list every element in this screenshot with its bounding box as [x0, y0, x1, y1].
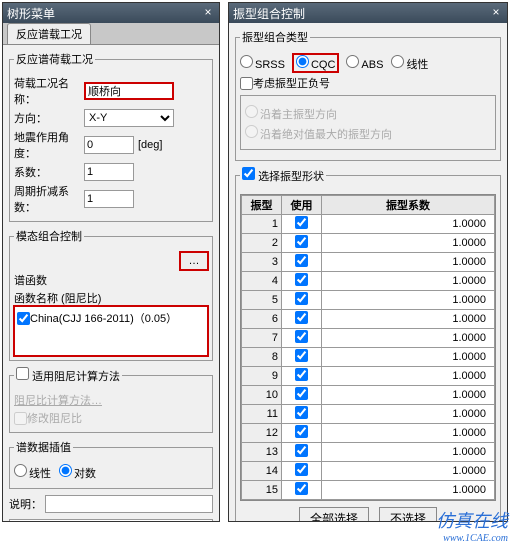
- spectrum-function-item[interactable]: China(CJJ 166-2011)（0.05）: [17, 310, 205, 326]
- spec-func-label: 谱函数: [14, 272, 208, 288]
- mode-use-checkbox[interactable]: [295, 216, 308, 229]
- table-row[interactable]: 81.0000: [242, 348, 495, 367]
- spectrum-function-item-label: China(CJJ 166-2011)（0.05）: [30, 310, 177, 326]
- right-body: 振型组合类型 SRSS CQC ABS 线性 考虑振型正负号 沿着主振型方向 沿…: [229, 23, 507, 521]
- factor-label: 系数：: [14, 164, 84, 180]
- damping-method-link[interactable]: 阻尼比计算方法…: [14, 392, 102, 408]
- table-row[interactable]: 141.0000: [242, 462, 495, 481]
- mode-combination-panel: 振型组合控制 × 振型组合类型 SRSS CQC ABS 线性 考虑振型正负号 …: [228, 2, 508, 522]
- table-row[interactable]: 101.0000: [242, 386, 495, 405]
- factor-input[interactable]: [84, 163, 134, 181]
- sign-subgroup: 沿着主振型方向 沿着绝对值最大的振型方向: [240, 95, 496, 150]
- mode-use-checkbox[interactable]: [295, 235, 308, 248]
- group-spec-interp: 谱数据插值 线性 对数: [9, 439, 213, 489]
- table-row[interactable]: 41.0000: [242, 272, 495, 291]
- group-modal-legend: 模态组合控制: [14, 228, 84, 244]
- damping-enable-checkbox[interactable]: [16, 367, 29, 380]
- period-label: 周期折减系数：: [14, 183, 84, 215]
- close-icon[interactable]: ×: [201, 6, 215, 20]
- name-label: 荷载工况名称：: [14, 75, 84, 107]
- group-loadcase-legend: 反应谱荷载工况: [14, 51, 95, 67]
- mode-header-id: 振型: [242, 196, 282, 215]
- opt-cqc[interactable]: CQC: [293, 54, 338, 72]
- opt-abs[interactable]: ABS: [346, 55, 383, 71]
- left-tabstrip: 反应谱载工况: [3, 23, 219, 45]
- angle-input[interactable]: [84, 136, 134, 154]
- right-titlebar: 振型组合控制 ×: [229, 3, 507, 23]
- table-row[interactable]: 131.0000: [242, 443, 495, 462]
- period-input[interactable]: [84, 190, 134, 208]
- right-title: 振型组合控制: [233, 5, 305, 22]
- modal-more-button[interactable]: …: [180, 252, 208, 270]
- mode-table: 振型 使用 振型系数 11.000021.000031.000041.00005…: [241, 195, 495, 500]
- mode-use-checkbox[interactable]: [295, 463, 308, 476]
- mode-use-checkbox[interactable]: [295, 482, 308, 495]
- angle-unit: [deg]: [138, 139, 162, 151]
- table-row[interactable]: 51.0000: [242, 291, 495, 310]
- select-modes-checkbox[interactable]: [242, 167, 255, 180]
- direction-select[interactable]: X-Y: [84, 109, 174, 127]
- mode-use-checkbox[interactable]: [295, 368, 308, 381]
- consider-sign-label: 考虑振型正负号: [253, 75, 330, 91]
- table-row[interactable]: 121.0000: [242, 424, 495, 443]
- opt-linear[interactable]: 线性: [391, 55, 428, 72]
- table-row[interactable]: 31.0000: [242, 253, 495, 272]
- opt-srss[interactable]: SRSS: [240, 55, 285, 71]
- modify-damping-label: 修改阻尼比: [27, 410, 82, 426]
- mode-table-wrap[interactable]: 振型 使用 振型系数 11.000021.000031.000041.00005…: [240, 194, 496, 501]
- group-damping: 适用阻尼计算方法 阻尼比计算方法… 修改阻尼比: [9, 367, 213, 433]
- mode-header-use: 使用: [282, 196, 322, 215]
- left-title: 树形菜单: [7, 5, 55, 22]
- interp-linear-option[interactable]: 线性: [14, 464, 51, 481]
- mode-use-checkbox[interactable]: [295, 254, 308, 267]
- group-spec-legend: 谱数据插值: [14, 439, 73, 455]
- mode-use-checkbox[interactable]: [295, 292, 308, 305]
- watermark: 仿真在线 www.1CAE.com: [436, 507, 508, 544]
- table-row[interactable]: 151.0000: [242, 481, 495, 500]
- tree-menu-panel: 树形菜单 × 反应谱载工况 反应谱荷载工况 荷载工况名称： 方向： X-Y 地震…: [2, 2, 220, 522]
- group-modal-control: 模态组合控制 … 谱函数 函数名称 (阻尼比) China(CJJ 166-20…: [9, 228, 213, 361]
- table-row[interactable]: 91.0000: [242, 367, 495, 386]
- spectrum-function-list[interactable]: China(CJJ 166-2011)（0.05）: [14, 306, 208, 356]
- group-select-modes: 选择振型形状 振型 使用 振型系数 11.000021.000031.00004…: [235, 167, 501, 521]
- loadcase-table: 荷载工况 方向 系数 顺桥向X-Y1横桥向X-Y1: [9, 519, 213, 521]
- mode-use-checkbox[interactable]: [295, 330, 308, 343]
- mode-use-checkbox[interactable]: [295, 311, 308, 324]
- close-icon[interactable]: ×: [489, 6, 503, 20]
- loadcase-name-input[interactable]: [84, 82, 174, 100]
- left-body: 反应谱荷载工况 荷载工况名称： 方向： X-Y 地震作用角度： [deg] 系数…: [3, 45, 219, 521]
- modify-damping-checkbox: [14, 412, 27, 425]
- opt-along-main: 沿着主振型方向: [245, 105, 337, 122]
- opt-along-absmax: 沿着绝对值最大的振型方向: [245, 125, 392, 142]
- mode-header-coef: 振型系数: [322, 196, 495, 215]
- desc-label: 说明：: [9, 496, 45, 512]
- table-row[interactable]: 21.0000: [242, 234, 495, 253]
- angle-label: 地震作用角度：: [14, 129, 84, 161]
- deselect-all-button[interactable]: 不选择: [379, 507, 437, 521]
- table-row[interactable]: 61.0000: [242, 310, 495, 329]
- dir-label: 方向：: [14, 110, 84, 126]
- group-damping-legend: 适用阻尼计算方法: [14, 367, 122, 384]
- table-row[interactable]: 11.0000: [242, 215, 495, 234]
- consider-sign-checkbox[interactable]: [240, 77, 253, 90]
- mode-use-checkbox[interactable]: [295, 444, 308, 457]
- table-row[interactable]: 71.0000: [242, 329, 495, 348]
- spectrum-function-checkbox[interactable]: [17, 312, 30, 325]
- mode-use-checkbox[interactable]: [295, 273, 308, 286]
- mode-use-checkbox[interactable]: [295, 406, 308, 419]
- group-type-legend: 振型组合类型: [240, 29, 310, 45]
- group-select-legend: 选择振型形状: [240, 167, 326, 184]
- mode-use-checkbox[interactable]: [295, 425, 308, 438]
- group-combination-type: 振型组合类型 SRSS CQC ABS 线性 考虑振型正负号 沿着主振型方向 沿…: [235, 29, 501, 161]
- left-titlebar: 树形菜单 ×: [3, 3, 219, 23]
- interp-log-option[interactable]: 对数: [59, 464, 96, 481]
- mode-use-checkbox[interactable]: [295, 349, 308, 362]
- select-all-button[interactable]: 全部选择: [299, 507, 369, 521]
- func-list-label: 函数名称 (阻尼比): [14, 290, 208, 306]
- table-row[interactable]: 111.0000: [242, 405, 495, 424]
- mode-use-checkbox[interactable]: [295, 387, 308, 400]
- desc-input[interactable]: [45, 495, 213, 513]
- group-loadcase: 反应谱荷载工况 荷载工况名称： 方向： X-Y 地震作用角度： [deg] 系数…: [9, 51, 213, 222]
- tab-response-spectrum[interactable]: 反应谱载工况: [7, 23, 91, 44]
